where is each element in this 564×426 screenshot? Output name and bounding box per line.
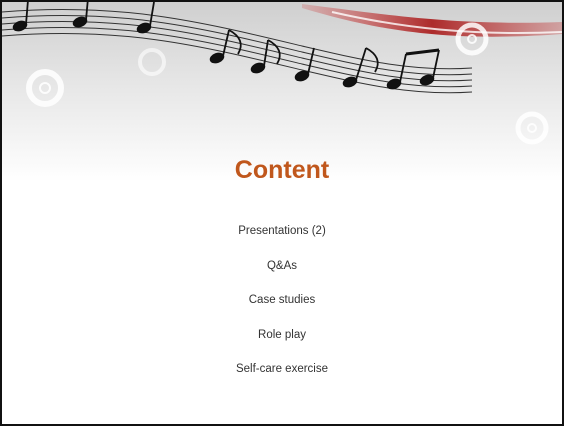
list-item: Self-care exercise <box>235 363 329 376</box>
list-item: Case studies <box>248 294 316 307</box>
list-item: Presentations (2) <box>238 225 326 237</box>
content-list: Presentations (2) Q&As Case studies Role… <box>2 214 562 387</box>
slide: Content Presentations (2) Q&As Case stud… <box>0 0 564 426</box>
list-item: Q&As <box>266 259 298 272</box>
list-item: Role play <box>258 328 306 341</box>
music-banner <box>2 2 562 182</box>
slide-title: Content <box>234 156 330 184</box>
